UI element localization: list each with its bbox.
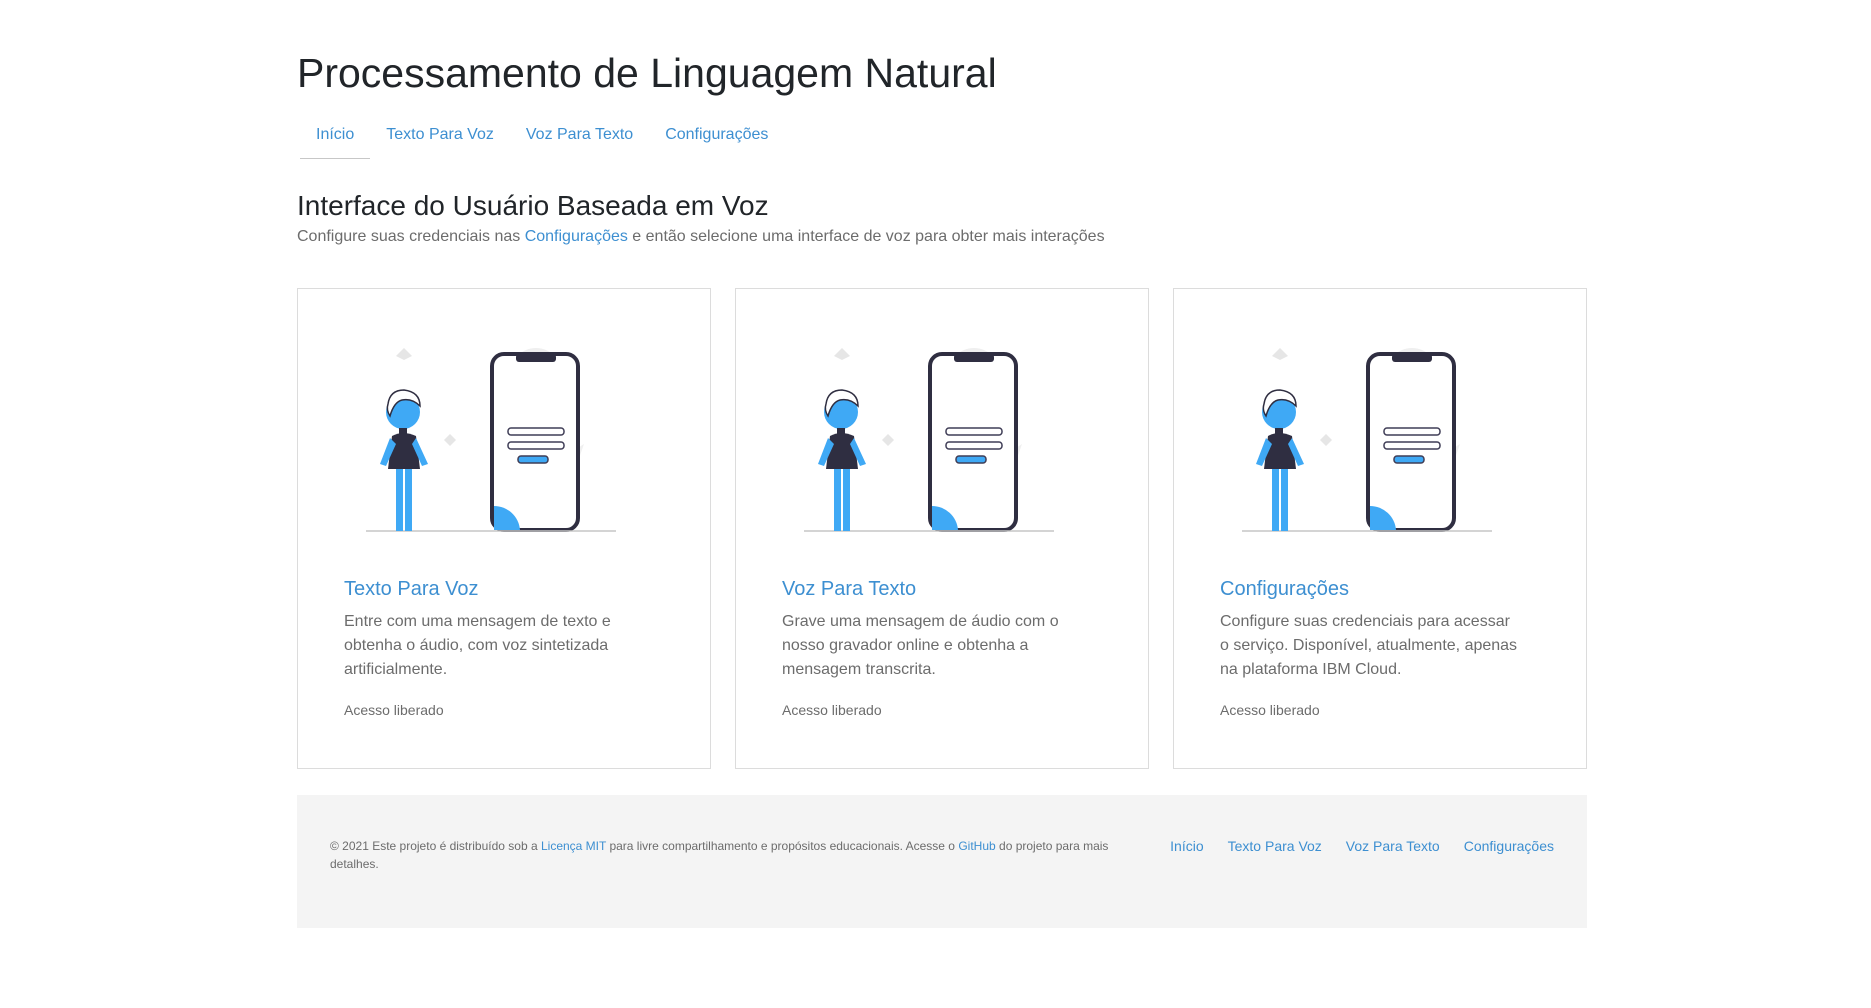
- footer-link-texto-para-voz[interactable]: Texto Para Voz: [1228, 838, 1322, 854]
- person-with-phone-illustration-icon: [366, 348, 616, 532]
- nav-tab-voz-para-texto[interactable]: Voz Para Texto: [510, 120, 649, 159]
- card-access-status: Acesso liberado: [782, 702, 882, 718]
- cards-row: Texto Para Voz Entre com uma mensagem de…: [297, 288, 1587, 769]
- footer-copy-before: © 2021 Este projeto é distribuído sob a: [330, 839, 541, 853]
- main-nav: Início Texto Para Voz Voz Para Texto Con…: [300, 120, 784, 159]
- card-description: Grave uma mensagem de áudio com o nosso …: [782, 613, 1059, 678]
- lead-settings-link[interactable]: Configurações: [525, 228, 628, 245]
- card-title[interactable]: Voz Para Texto: [782, 578, 916, 601]
- lead-text-after: e então selecione uma interface de voz p…: [627, 228, 1105, 245]
- card-access-status: Acesso liberado: [1220, 702, 1320, 718]
- footer-copyright: © 2021 Este projeto é distribuído sob a …: [330, 837, 1120, 873]
- footer-link-voz-para-texto[interactable]: Voz Para Texto: [1346, 838, 1440, 854]
- footer-nav: Início Texto Para Voz Voz Para Texto Con…: [1170, 838, 1554, 854]
- page-footer: © 2021 Este projeto é distribuído sob a …: [297, 795, 1587, 928]
- footer-copy-middle: para livre compartilhamento e propósitos…: [606, 839, 959, 853]
- nav-tab-inicio[interactable]: Início: [300, 120, 371, 159]
- lead-text-before: Configure suas credenciais nas: [297, 228, 525, 245]
- footer-link-inicio[interactable]: Início: [1170, 838, 1203, 854]
- footer-link-configuracoes[interactable]: Configurações: [1464, 838, 1554, 854]
- footer-license-link[interactable]: Licença MIT: [541, 839, 606, 853]
- person-with-phone-illustration-icon: [1242, 348, 1492, 532]
- card-title[interactable]: Configurações: [1220, 578, 1349, 601]
- card-description: Entre com uma mensagem de texto e obtenh…: [344, 613, 611, 678]
- card-voz-para-texto[interactable]: Voz Para Texto Grave uma mensagem de áud…: [735, 288, 1149, 769]
- card-description: Configure suas credenciais para acessar …: [1220, 613, 1518, 678]
- card-configuracoes[interactable]: Configurações Configure suas credenciais…: [1173, 288, 1587, 769]
- section-title: Interface do Usuário Baseada em Voz: [297, 190, 769, 221]
- card-texto-para-voz[interactable]: Texto Para Voz Entre com uma mensagem de…: [297, 288, 711, 769]
- footer-github-link[interactable]: GitHub: [958, 839, 995, 853]
- nav-tab-configuracoes[interactable]: Configurações: [649, 120, 784, 159]
- nav-tab-texto-para-voz[interactable]: Texto Para Voz: [370, 120, 510, 159]
- section-lead: Configure suas credenciais nas Configura…: [297, 228, 1105, 246]
- card-access-status: Acesso liberado: [344, 702, 444, 718]
- page-title: Processamento de Linguagem Natural: [297, 50, 997, 96]
- card-title[interactable]: Texto Para Voz: [344, 578, 479, 601]
- person-with-phone-illustration-icon: [804, 348, 1054, 532]
